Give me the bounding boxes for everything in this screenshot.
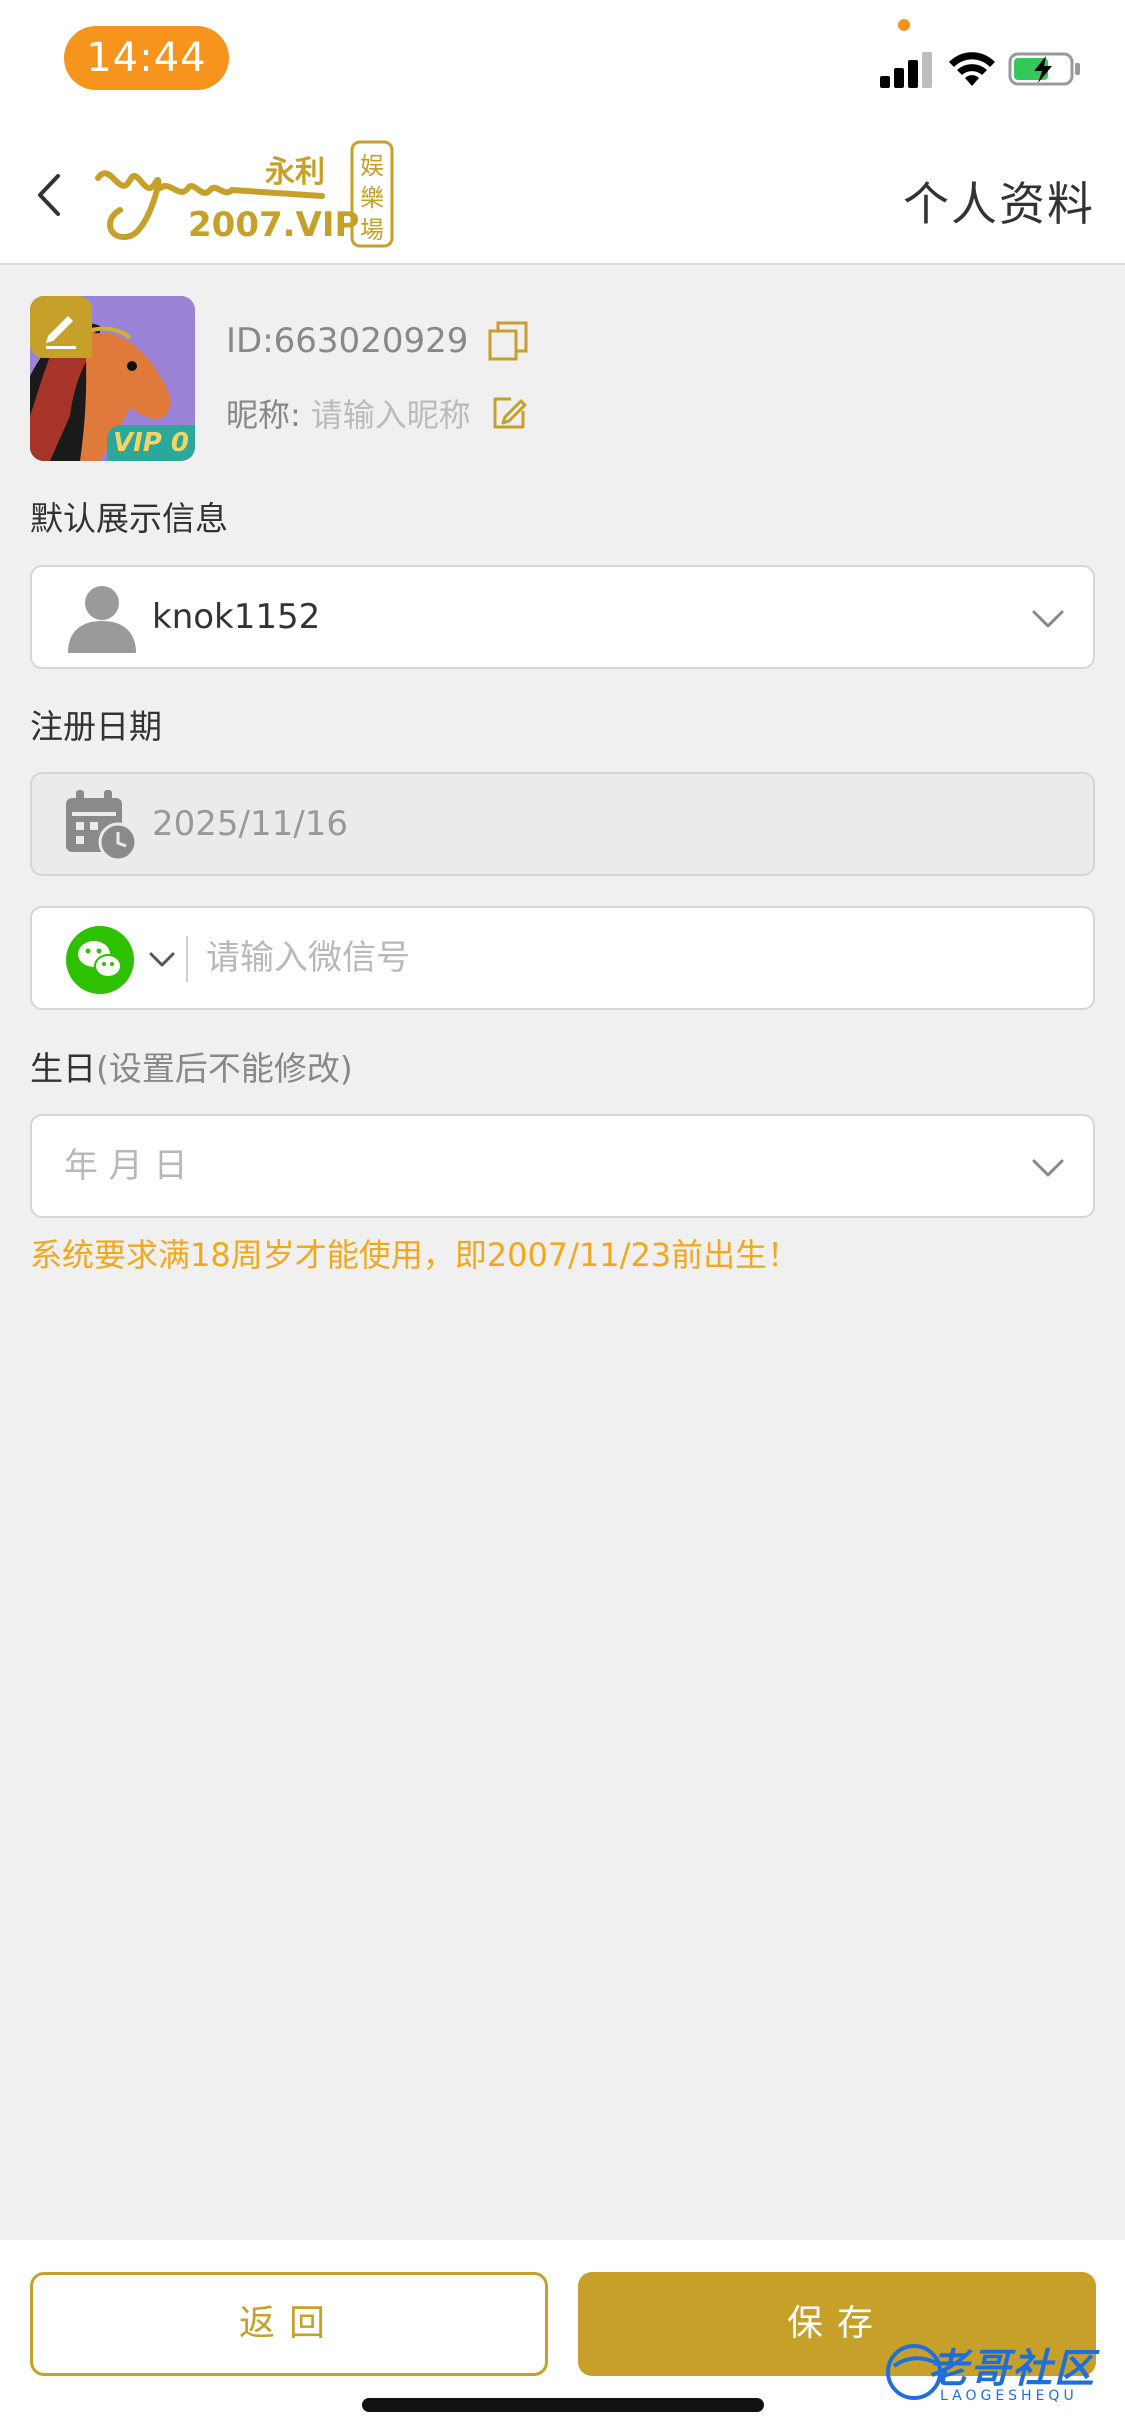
calendar-clock-icon [66, 790, 138, 862]
svg-text:娱: 娱 [360, 152, 384, 180]
back-chevron-icon[interactable] [28, 170, 72, 220]
battery-charging-icon [1008, 52, 1080, 86]
logo-brand-cn: 永利 [265, 155, 325, 190]
wifi-icon [949, 52, 995, 86]
birthday-select[interactable]: 年 月 日 [30, 1114, 1095, 1218]
page-title: 个人资料 [903, 177, 1095, 231]
avatar[interactable]: VIP 0 [30, 296, 195, 461]
status-bar: 14:44 [0, 0, 1125, 120]
watermark-logo: 老哥社区 LAOGESHEQU [884, 2336, 1114, 2412]
wechat-input[interactable]: 请输入微信号 [206, 908, 410, 1008]
birthday-label: 生日(设置后不能修改) [30, 1042, 353, 1090]
age-warning: 系统要求满18周岁才能使用，即2007/11/23前出生！ [30, 1236, 800, 1274]
default-info-value: knok1152 [152, 597, 321, 637]
svg-text:樂: 樂 [360, 184, 384, 212]
vip-badge: VIP 0 [107, 425, 195, 461]
register-date-label: 注册日期 [30, 707, 162, 746]
header: 永利 2007.VIP 娱 樂 場 个人资料 [0, 120, 1125, 265]
nickname-row: 昵称: 请输入昵称 [226, 388, 529, 438]
privacy-indicator-dot [898, 19, 910, 31]
default-info-label: 默认展示信息 [30, 499, 228, 538]
status-time: 14:44 [64, 26, 229, 90]
register-date-field: 2025/11/16 [30, 772, 1095, 876]
user-id: ID:663020929 [226, 321, 469, 361]
birthday-placeholder: 年 月 日 [64, 1146, 188, 1186]
watermark-text: 老哥社区 [928, 2346, 1096, 2392]
back-button[interactable]: 返回 [30, 2272, 548, 2376]
chevron-down-icon [1032, 1159, 1064, 1177]
logo-domain: 2007.VIP [188, 205, 359, 245]
birthday-hint: (设置后不能修改) [96, 1049, 353, 1088]
contact-type-chevron-down-icon[interactable] [148, 948, 176, 972]
chevron-down-icon [1032, 610, 1064, 628]
svg-text:場: 場 [360, 216, 384, 244]
wynn-logo: 永利 2007.VIP 娱 樂 場 [95, 140, 394, 248]
user-id-row: ID:663020929 [226, 316, 530, 366]
home-indicator[interactable] [362, 2398, 764, 2412]
edit-nickname-icon[interactable] [489, 393, 529, 433]
cellular-signal-icon [880, 50, 936, 88]
wechat-icon[interactable] [66, 926, 134, 994]
field-divider [186, 936, 188, 982]
watermark-subtext: LAOGESHEQU [940, 2388, 1078, 2404]
nickname-label: 昵称: [226, 396, 301, 434]
wechat-field: 请输入微信号 [30, 906, 1095, 1010]
copy-icon[interactable] [486, 319, 530, 363]
user-icon [68, 586, 136, 653]
edit-avatar-icon[interactable] [30, 296, 92, 358]
register-date-value: 2025/11/16 [152, 804, 348, 844]
birthday-label-text: 生日 [30, 1049, 96, 1088]
nickname-input[interactable]: 请输入昵称 [311, 390, 471, 436]
default-info-select[interactable]: knok1152 [30, 565, 1095, 669]
